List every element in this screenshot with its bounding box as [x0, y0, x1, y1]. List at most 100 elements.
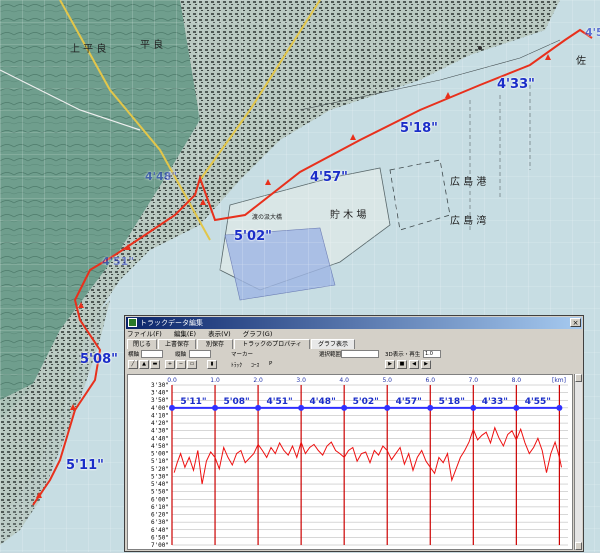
tab-save-as[interactable]: 別保存	[197, 339, 233, 349]
x-tick-label: 0.0	[167, 377, 177, 384]
y-tick-label: 6'50"	[151, 534, 169, 541]
y-tick-label: 4'50"	[151, 443, 169, 450]
y-tick-label: 4'20"	[151, 420, 169, 427]
pace-marker	[470, 404, 477, 411]
pace-label-4-51-faint: 4'51"	[102, 255, 135, 268]
y-tick-label: 6'20"	[151, 512, 169, 519]
y-tick-label: 3'50"	[151, 397, 169, 404]
color-icon[interactable]: ▮	[207, 360, 217, 369]
radio-point[interactable]: P	[269, 361, 272, 367]
pace-label-5-08: 5'08"	[80, 352, 118, 367]
y-tick-label: 5'00"	[151, 451, 169, 458]
menu-graph[interactable]: グラフ(G)	[243, 330, 273, 338]
line-tool-icon[interactable]: ╱	[128, 360, 138, 369]
pace-marker	[513, 404, 520, 411]
fit-icon[interactable]: ▭	[187, 360, 197, 369]
zoom-in-icon[interactable]: +	[165, 360, 175, 369]
window-title: トラックデータ編集	[140, 319, 203, 327]
y-tick-label: 4'30"	[151, 428, 169, 435]
range-field[interactable]	[341, 350, 379, 358]
port-label-2: 広 島 湾	[450, 216, 487, 227]
pace-label-4-33: 4'33"	[497, 77, 535, 92]
radio-track[interactable]: ﾄﾗｯｸ	[231, 361, 242, 369]
tab-bar: 閉じる 上書保存 別保存 トラックのプロパティ グラフ表示	[127, 339, 581, 350]
graph-toolbar: 横軸 縦軸 マーカー 選択範囲 3D表示・再生 1.0 ╱ ▲ ▬ + − ▭ …	[127, 350, 581, 372]
x-axis-select[interactable]	[141, 350, 163, 358]
pace-chart-svg: 3'30"3'40"3'50"4'00"4'10"4'20"4'30"4'40"…	[151, 377, 568, 549]
tab-close[interactable]: 閉じる	[127, 339, 157, 349]
y-tick-label: 4'00"	[151, 405, 169, 412]
pace-marker	[341, 404, 348, 411]
area-tool-icon[interactable]: ▲	[139, 360, 149, 369]
scroll-down-arrow[interactable]	[575, 542, 582, 550]
fill-tool-icon[interactable]: ▬	[150, 360, 160, 369]
tab-track-properties[interactable]: トラックのプロパティ	[234, 339, 310, 349]
split-pace-label: 4'55"	[525, 397, 551, 407]
y-tick-label: 5'20"	[151, 466, 169, 473]
tab-graph-view[interactable]: グラフ表示	[311, 339, 355, 349]
pace-marker	[169, 404, 175, 411]
x-unit-label: [km]	[552, 377, 566, 384]
rewind-icon[interactable]: ◀	[409, 360, 419, 369]
vertical-scrollbar[interactable]	[574, 374, 582, 550]
storage-label: 貯 木 場	[330, 210, 367, 221]
pace-graph[interactable]: 3'30" 3'40" 3'50" 4'00" 4'10" 4'20" 4'30" 4'40"…	[127, 374, 573, 550]
pace-label-5-11: 5'11"	[66, 458, 104, 473]
forward-icon[interactable]: ▶	[421, 360, 431, 369]
pace-marker	[384, 404, 391, 411]
marker-label: マーカー	[231, 352, 254, 358]
y-tick-label: 6'30"	[151, 519, 169, 526]
y-tick-label: 5'30"	[151, 473, 169, 480]
x-tick-label: 3.0	[296, 377, 306, 384]
menu-file[interactable]: ファイル(F)	[127, 330, 162, 338]
window-titlebar[interactable]: トラックデータ編集 ×	[126, 317, 582, 329]
x-axis-label: 横軸	[128, 352, 140, 358]
stop-icon[interactable]: ■	[397, 360, 407, 369]
menu-edit[interactable]: 編集(E)	[174, 330, 196, 338]
pace-label-4-55-faint: 4'55"	[585, 26, 600, 39]
speed-field[interactable]: 1.0	[423, 350, 441, 358]
y-tick-label: 4'10"	[151, 412, 169, 419]
scroll-up-arrow[interactable]	[575, 374, 582, 382]
zoom-out-icon[interactable]: −	[176, 360, 186, 369]
split-pace-label: 4'57"	[396, 397, 422, 407]
x-tick-label: 4.0	[339, 377, 349, 384]
pace-marker	[255, 404, 262, 411]
y-tick-label: 5'10"	[151, 458, 169, 465]
y-tick-label: 3'40"	[151, 390, 169, 397]
pace-marker	[212, 404, 219, 411]
x-tick-label: 8.0	[512, 377, 522, 384]
play-icon[interactable]: ▶	[385, 360, 395, 369]
pace-label-4-57: 4'57"	[310, 170, 348, 185]
split-pace-label: 4'33"	[482, 397, 508, 407]
track-edit-window[interactable]: トラックデータ編集 × ファイル(F) 編集(E) 表示(V) グラフ(G) 閉…	[124, 315, 584, 552]
tab-overwrite-save[interactable]: 上書保存	[158, 339, 196, 349]
menu-bar: ファイル(F) 編集(E) 表示(V) グラフ(G)	[127, 329, 581, 339]
y-tick-label: 6'40"	[151, 527, 169, 534]
bridge-label: 渡の汲大橋	[252, 214, 283, 221]
close-button[interactable]: ×	[570, 318, 581, 327]
y-tick-label: 4'40"	[151, 435, 169, 442]
y-tick-label: 5'50"	[151, 489, 169, 496]
split-pace-label: 4'51"	[266, 397, 292, 407]
port-dot	[478, 46, 482, 50]
y-tick-label: 5'40"	[151, 481, 169, 488]
radio-course[interactable]: ｺｰｽ	[251, 361, 259, 369]
y-axis-label: 縦軸	[175, 352, 187, 358]
pace-label-5-18: 5'18"	[400, 121, 438, 136]
y-tick-label: 7'00"	[151, 542, 169, 549]
pace-marker	[556, 404, 563, 411]
pace-label-5-02: 5'02"	[234, 229, 272, 244]
x-tick-label: 7.0	[469, 377, 479, 384]
x-tick-label: 5.0	[382, 377, 392, 384]
pace-marker	[298, 404, 305, 411]
x-tick-label: 2.0	[253, 377, 263, 384]
x-tick-label: 1.0	[210, 377, 220, 384]
y-tick-label: 6'00"	[151, 496, 169, 503]
y-axis-select[interactable]	[189, 350, 211, 358]
pace-marker	[427, 404, 434, 411]
menu-view[interactable]: 表示(V)	[208, 330, 231, 338]
sa-label: 佐	[576, 56, 586, 67]
range-label: 選択範囲	[319, 352, 342, 358]
y-tick-label: 6'10"	[151, 504, 169, 511]
